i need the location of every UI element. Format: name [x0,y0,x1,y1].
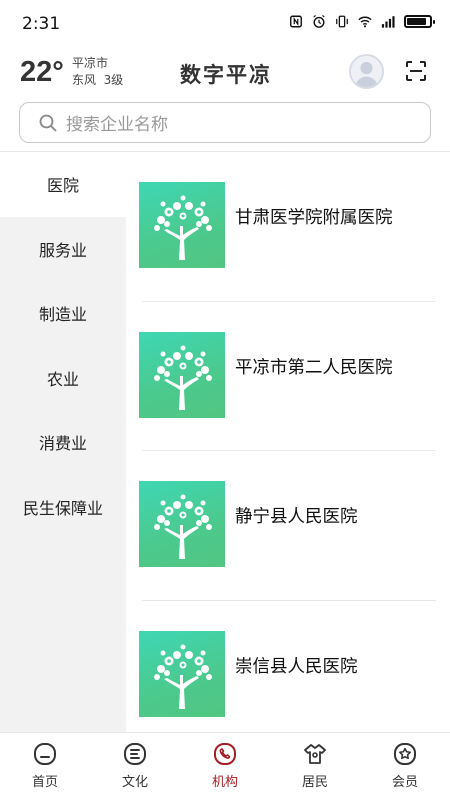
status-time: 2:31 [22,14,61,34]
tab-label: 居民 [301,775,328,790]
tree-logo-icon [139,331,225,418]
list-item[interactable]: 平凉市第二人民医院 [126,302,450,452]
temperature: 22° [20,56,64,88]
institution-icon [212,741,238,767]
category-item-consumer[interactable]: 消费业 [0,410,126,475]
user-icon [351,56,382,87]
resident-icon [302,741,328,767]
tree-logo-icon [139,481,225,567]
institution-list: 甘肃医学院附属医院 平凉市第二人民医院 静宁县人民医院 崇信县人民医院 [126,152,450,732]
search-input[interactable]: 搜索企业名称 [19,102,431,143]
bottom-tabbar: 首页 文化 机构 居民 会员 [0,732,450,800]
wind-info: 东风 3级 [72,73,124,87]
tab-resident[interactable]: 居民 [270,733,360,800]
tab-culture[interactable]: 文化 [90,733,180,800]
institution-name: 甘肃医学院附属医院 [235,208,393,228]
signal-icon [381,14,395,28]
institution-name: 崇信县人民医院 [235,656,358,677]
category-item-agriculture[interactable]: 农业 [0,346,126,411]
institution-name: 静宁县人民医院 [235,507,358,527]
header: 22° 平凉市 东风 3级 数字平凉 [0,50,450,96]
scan-icon[interactable] [405,60,427,82]
list-item[interactable]: 甘肃医学院附属医院 [126,152,450,302]
tab-label: 文化 [121,775,148,790]
home-icon [32,741,58,767]
tab-label: 机构 [211,775,238,790]
status-bar: 2:31 [0,0,450,50]
app-title: 数字平凉 [180,62,272,87]
search-icon [38,113,58,133]
tree-logo-icon [139,182,225,268]
tree-logo-icon [139,630,225,717]
category-item-manufacturing[interactable]: 制造业 [0,281,126,346]
institution-name: 平凉市第二人民医院 [235,357,393,378]
alarm-icon [312,14,326,28]
nfc-icon [289,14,303,28]
list-item[interactable]: 崇信县人民医院 [126,601,450,733]
tab-label: 首页 [31,775,58,790]
weather-info: 平凉市 东风 3级 [72,55,123,89]
city-name: 平凉市 [72,56,109,70]
category-item-hospital[interactable]: 医院 [0,152,126,217]
tab-home[interactable]: 首页 [0,733,90,800]
list-item[interactable]: 静宁县人民医院 [126,451,450,601]
culture-icon [122,741,148,767]
category-item-service[interactable]: 服务业 [0,217,126,282]
category-sidebar: 医院 服务业 制造业 农业 消费业 民生保障业 [0,152,126,732]
member-icon [392,741,418,767]
search-placeholder: 搜索企业名称 [66,115,168,135]
status-icons [289,14,435,28]
tab-label: 会员 [391,775,418,790]
avatar[interactable] [349,54,384,89]
vibrate-icon [335,14,349,28]
tab-institution[interactable]: 机构 [180,733,270,800]
category-item-livelihood[interactable]: 民生保障业 [0,475,126,540]
tab-member[interactable]: 会员 [360,733,450,800]
battery-icon [404,14,435,28]
wifi-icon [358,14,372,28]
